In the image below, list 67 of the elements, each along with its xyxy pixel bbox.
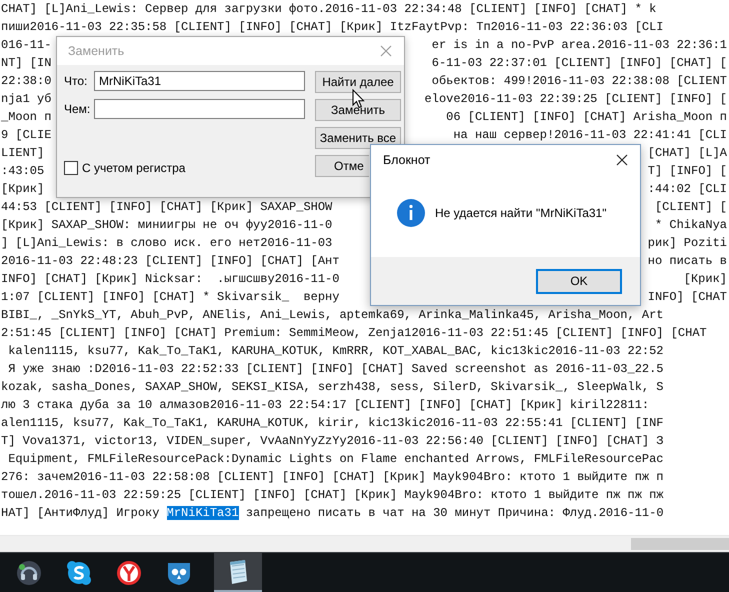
log-text: INFO] [CHAT] [Крик] Nicksar: .ыгшсшву2016-11-0 (1, 271, 340, 288)
dialog-button[interactable]: Заменить (315, 99, 401, 121)
log-text: [Крик] (1, 181, 44, 198)
close-icon (380, 45, 392, 57)
log-text: 2:51:45 [CLIENT] [INFO] [CHAT] Premium: SemmiMeow, Zenja12016-11-03 22:51:45 [CLIENT] [INFO] [CHAT (1, 325, 707, 342)
log-text: nja1 уб (1, 91, 52, 108)
log-text: HAT] [АнтиФлуд] Игроку MrNiKiTa31 запрещено писать в чат на 30 минут Причина: Флуд.2016-11-0 (1, 505, 664, 522)
dialog-title: Заменить (68, 44, 124, 58)
taskbar-button[interactable] (214, 553, 262, 592)
log-text: [Крик] (684, 271, 727, 288)
log-text: [CHAT] [L]A (648, 145, 727, 162)
input-field[interactable]: MrNiKiTa31 (94, 71, 305, 91)
log-text: BIBI_, _SnYkS_YT, Abuh_PvP, ANElis, Ani_Lewis, aptemka69, Arinka_Malinka45, Arisha_Moon, Art (1, 307, 664, 324)
log-text: ] [L]Ani_Lewis: в слово иск. его нет2016-11-03 (1, 235, 332, 252)
dialog-button[interactable]: Найти далее (315, 71, 401, 93)
log-text: _Moon п (1, 109, 52, 126)
scrollbar-thumb[interactable] (631, 538, 729, 550)
checkbox[interactable] (64, 161, 78, 175)
log-text: но писать в (648, 253, 727, 270)
headset-icon (16, 560, 42, 586)
log-text: 016-11- (1, 37, 52, 54)
log-text: :44:02 [CLI (648, 181, 727, 198)
log-text: INFO] [CHAT (648, 289, 727, 306)
log-text: рик] Poziti (648, 235, 727, 252)
scrollbar[interactable] (0, 535, 729, 552)
log-text: CHAT] [L]Ani_Lewis: Сервер для загрузки фото.2016-11-03 22:34:48 [CLIENT] [INFO] [CHAT] * k (1, 1, 656, 18)
log-text: [CLIENT] [ (654, 199, 727, 216)
log-text: пиши2016-11-03 22:35:58 [CLIENT] [INFO] [CHAT] [Крик] ItzFaytPvp: Тп2016-11-03 22:36:03 [CLI (1, 19, 664, 36)
log-text: kozak, sasha_Dones, SAXAP_SHOW, SEKSI_KISA, serzh438, sess, SilerD, Skivarsik_, SleepWalk, S (1, 379, 664, 396)
dialog-title: Блокнот (383, 153, 430, 167)
log-text: 276: зачем2016-11-03 22:58:08 [CLIENT] [INFO] [CHAT] [Крик] Mayk904Bro: ктото 1 выйдите пж п (1, 469, 664, 486)
log-text: 1:07 [CLIENT] [INFO] [CHAT] * Skivarsik_ верну (1, 289, 340, 306)
checkbox-label: С учетом регистра (82, 161, 186, 175)
log-text: Equipment, FMLFileResourcePack:Dynamic Lights on Flame enchanted Arrows, FMLFileResourcePac (7, 451, 664, 468)
log-text: T] Vova1371, victor13, VIDEN_super, VvAaNnYyZzYy2016-11-03 22:56:40 [CLIENT] [INFO] [CHAT] З (1, 433, 664, 450)
log-text: :43:05 (1, 163, 44, 180)
log-text: 2016-11-03 22:48:23 [CLIENT] [INFO] [CHAT] [Ант (1, 253, 340, 270)
log-text: elove2016-11-03 22:39:25 [CLIENT] [INFO] [ (424, 91, 727, 108)
message-text: Не удается найти "MrNiKiTa31" (435, 206, 606, 220)
log-text: на наш сервер!2016-11-03 22:41:41 [CLI (453, 127, 727, 144)
log-text: [Крик] SAXAP_SHOW: миниигры не оч фуу2016-11-0 (1, 217, 332, 234)
log-text: обьектов: 499!2016-11-03 22:38:08 [CLIENT (432, 73, 727, 90)
ok-button[interactable]: OK (536, 268, 622, 294)
log-text: 6-11-03 22:37:01 [CLIENT] [INFO] [CHAT] [ (432, 55, 727, 72)
log-text: alen1115, ksu77, Kak_To_TaK1, KARUHA_KOTUK, kirir, kic13kic2016-11-03 22:55:41 [CLIENT] [INF (1, 415, 664, 432)
log-text: 9 [CLIE (1, 127, 52, 144)
log-text: Я уже знаю :D2016-11-03 22:52:33 [CLIENT] [INFO] [CHAT] Saved screenshot as 2016-11-03_22.5 (7, 361, 664, 378)
info-icon (397, 199, 425, 227)
log-text: T] [INFO] [ (648, 163, 727, 180)
log-text: * ChikaNya (654, 217, 727, 234)
log-text: 22:38:0 (1, 73, 52, 90)
log-text: er is in a no-PvP area.2016-11-03 22:36:1 (432, 37, 727, 54)
field-label: Что: (64, 74, 88, 88)
browser-icon (116, 560, 142, 586)
log-text: kalen1115, ksu77, Kak_To_TaK1, KARUHA_KOTUK, KmRRR, KOT_XABAL_BAC, kic13kic2016-11-03 22:52 (7, 343, 664, 360)
dialog-button[interactable]: Заменить все (315, 127, 401, 149)
close-icon (616, 154, 628, 166)
dialog-button[interactable]: Отме (315, 155, 369, 177)
log-text: лю 3 стака дуба за 10 алмазов2016-11-03 22:54:17 [CLIENT] [INFO] [CHAT] [Крик] kiril22811: (1, 397, 650, 414)
log-text: 06 [CLIENT] [INFO] [CHAT] Arisha_Moon п (446, 109, 727, 126)
log-text: NT] [IN (1, 55, 52, 72)
input-field[interactable] (94, 99, 305, 119)
log-text: тошел.2016-11-03 22:59:25 [CLIENT] [INFO] [CHAT] [Крик] Mayk904Bro: ктото 1 выйдите пж пж пж (1, 487, 664, 504)
field-label: Чем: (64, 102, 92, 116)
log-text: LIENT] (1, 145, 44, 162)
bubble-icon (66, 560, 92, 586)
log-text: 44:53 [CLIENT] [INFO] [CHAT] [Крик] SAXAP_SHOW (1, 199, 332, 216)
